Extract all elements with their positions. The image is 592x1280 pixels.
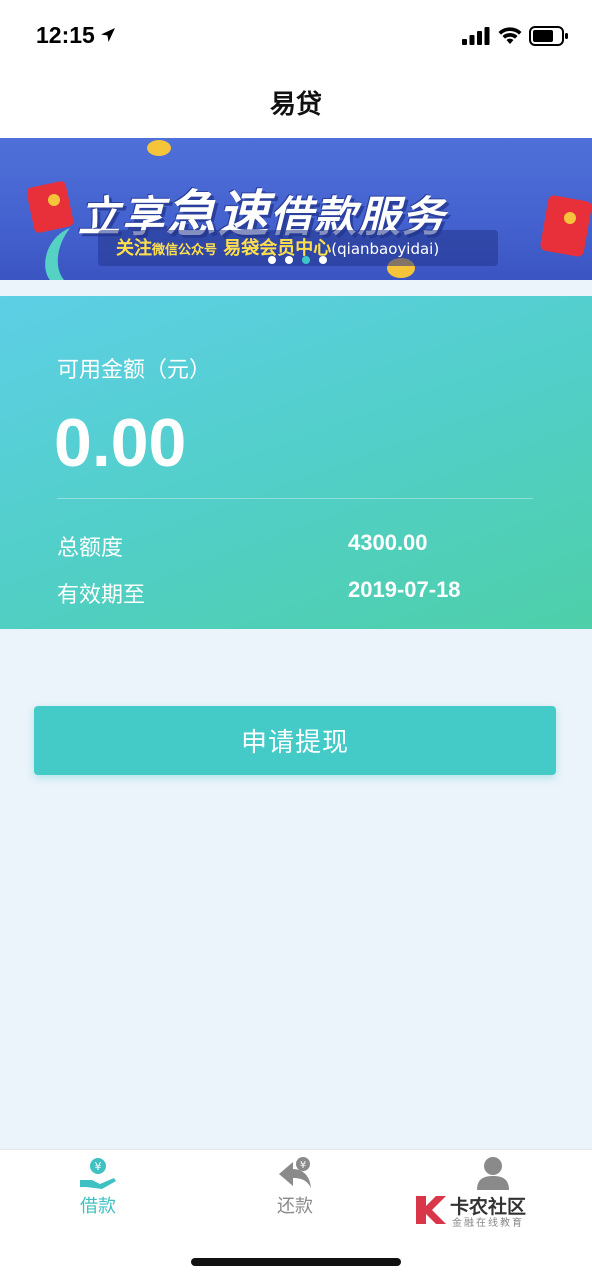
- total-limit-value: 4300.00: [348, 530, 428, 555]
- tab-label: 还款: [277, 1196, 313, 1217]
- hand-yen-icon: ¥: [80, 1158, 116, 1189]
- carousel-dot[interactable]: [285, 256, 293, 264]
- carousel-dot[interactable]: [268, 256, 276, 264]
- watermark-logo-icon: [416, 1196, 446, 1224]
- coin-icon: [147, 140, 171, 156]
- expiry-label: 有效期至: [57, 583, 146, 608]
- red-envelope-left-icon: [28, 181, 74, 233]
- wifi-icon: [498, 27, 522, 44]
- watermark: 卡农社区 金融在线教育: [410, 1190, 540, 1230]
- watermark-subtitle: 金融在线教育: [452, 1218, 524, 1229]
- tab-borrow[interactable]: ¥ 借款: [33, 1156, 163, 1218]
- leaf-decoration-icon: [45, 228, 70, 280]
- home-indicator[interactable]: [191, 1258, 401, 1266]
- red-envelope-right-icon: [540, 195, 592, 257]
- status-time: 12:15: [36, 22, 95, 48]
- card-divider: [57, 498, 533, 499]
- status-bar: 12:15: [0, 0, 592, 72]
- location-arrow-icon: [101, 28, 115, 42]
- user-icon: [477, 1157, 509, 1190]
- credit-card: 可用金额（元） 0.00 总额度 4300.00 有效期至 2019-07-18: [0, 296, 592, 629]
- spacer: [0, 280, 592, 296]
- apply-withdraw-button[interactable]: 申请提现: [34, 706, 556, 775]
- total-limit-label: 总额度: [57, 536, 124, 561]
- available-amount-label: 可用金额（元）: [57, 358, 212, 383]
- carousel-dot[interactable]: [319, 256, 327, 264]
- signal-icon: [462, 27, 490, 45]
- svg-text:¥: ¥: [300, 1160, 306, 1171]
- carousel-dots[interactable]: [268, 256, 327, 264]
- svg-text:¥: ¥: [95, 1160, 102, 1173]
- tab-repay[interactable]: ¥ 还款: [230, 1156, 360, 1218]
- return-yen-icon: ¥: [279, 1157, 311, 1188]
- expiry-value: 2019-07-18: [348, 577, 461, 602]
- page-title: 易贷: [269, 90, 322, 120]
- carousel-dot-active[interactable]: [302, 256, 310, 264]
- available-amount-value: 0.00: [54, 405, 187, 481]
- nav-bar: 易贷: [0, 72, 592, 138]
- tab-label: 借款: [80, 1196, 116, 1217]
- promo-banner[interactable]: 立享急速借款服务 关注微信公众号 易袋会员中心(qianbaoyidai): [0, 138, 592, 280]
- battery-icon: [529, 26, 568, 46]
